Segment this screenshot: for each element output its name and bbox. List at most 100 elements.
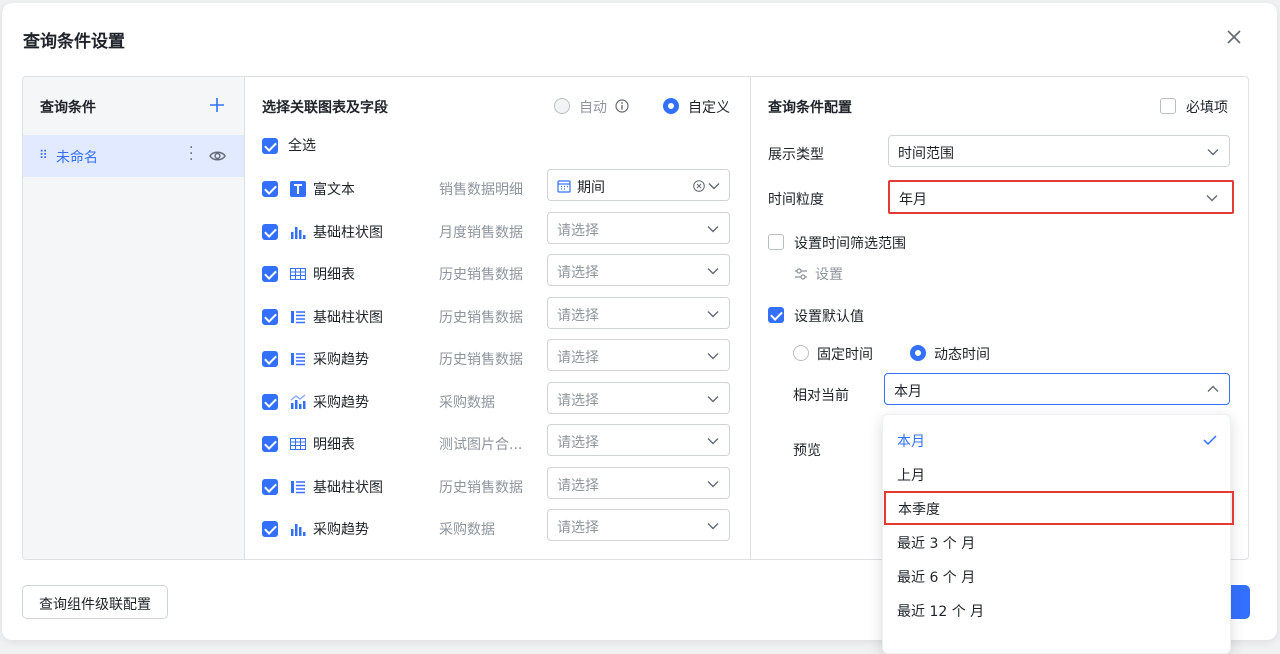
query-conditions-header: 查询条件 xyxy=(40,100,96,116)
calendar-icon xyxy=(557,180,571,193)
preview-label: 预览 xyxy=(793,443,821,459)
select-all-checkbox[interactable] xyxy=(262,138,278,154)
chevron-down-icon xyxy=(708,183,720,190)
add-condition-icon[interactable] xyxy=(209,97,225,113)
chevron-down-icon xyxy=(707,268,719,275)
clear-icon[interactable] xyxy=(693,180,705,192)
dataset-name: 测试图片合... xyxy=(439,437,523,453)
chevron-down-icon xyxy=(707,480,719,487)
chart-name: 基础柱状图 xyxy=(313,224,383,241)
chart-row: 采购趋势 采购数据 请选择 xyxy=(245,509,750,551)
field-select[interactable]: 请选择 xyxy=(547,339,730,371)
chart-row-checkbox[interactable] xyxy=(262,351,278,367)
eye-icon[interactable] xyxy=(209,149,226,163)
chevron-down-icon xyxy=(707,438,719,445)
chart-row-checkbox[interactable] xyxy=(262,266,278,282)
dropdown-option-label: 最近 3 个 月 xyxy=(897,536,976,552)
check-icon xyxy=(1203,435,1217,445)
chart-row-checkbox[interactable] xyxy=(262,223,278,240)
dataset-name: 历史销售数据 xyxy=(439,267,523,283)
field-select[interactable]: 请选择 xyxy=(547,381,730,414)
chart-name: 采购趋势 xyxy=(313,394,369,411)
condition-item-label: 未命名 xyxy=(56,150,98,166)
granularity-value: 年月 xyxy=(899,192,927,208)
dropdown-option[interactable]: 本月 xyxy=(883,423,1230,457)
field-placeholder: 请选择 xyxy=(557,435,599,451)
chart-row-checkbox[interactable] xyxy=(262,521,278,537)
fixed-time-radio[interactable] xyxy=(793,345,809,361)
chart-row: 基础柱状图 月度销售数据 请选择 xyxy=(245,211,750,254)
chart-row-checkbox[interactable] xyxy=(262,393,278,410)
chart-row-checkbox[interactable] xyxy=(262,181,278,197)
filter-range-checkbox[interactable] xyxy=(768,234,784,250)
cascade-config-button[interactable]: 查询组件级联配置 xyxy=(22,585,168,619)
mode-custom-radio[interactable] xyxy=(663,98,679,114)
field-select[interactable]: 请选择 xyxy=(547,296,730,329)
filter-range-label: 设置时间筛选范围 xyxy=(794,236,906,252)
chevron-down-icon xyxy=(707,353,719,360)
related-charts-pane: 选择关联图表及字段 自动 自定义 全选 富文本 销售数据明细 期间 基础柱状图 月度销售… xyxy=(245,77,751,559)
dynamic-time-label: 动态时间 xyxy=(934,347,990,363)
default-value-label: 设置默认值 xyxy=(794,309,864,325)
chevron-down-icon xyxy=(707,310,719,317)
chevron-down-icon xyxy=(707,225,719,232)
dropdown-option-label: 本月 xyxy=(897,434,925,450)
mode-auto-label: 自动 xyxy=(579,100,607,116)
fixed-time-label: 固定时间 xyxy=(817,347,873,363)
mode-auto-radio[interactable] xyxy=(554,98,570,114)
default-value-checkbox[interactable] xyxy=(768,307,784,323)
select-all-label: 全选 xyxy=(288,138,316,154)
more-icon[interactable]: · · · xyxy=(189,141,193,167)
chart-row-checkbox[interactable] xyxy=(262,478,278,495)
dataset-name: 采购数据 xyxy=(439,522,495,538)
query-conditions-pane: 查询条件 ⠿ 未命名 · · · xyxy=(23,77,245,559)
settings-link[interactable]: 设置 xyxy=(815,264,843,284)
dataset-name: 采购数据 xyxy=(439,394,495,411)
drag-handle-icon[interactable]: ⠿ xyxy=(39,148,48,162)
dropdown-option[interactable]: 本季度 xyxy=(884,491,1234,525)
dropdown-option[interactable]: 上月 xyxy=(883,457,1230,491)
display-type-label: 展示类型 xyxy=(768,147,824,163)
field-select[interactable]: 期间 xyxy=(547,169,730,201)
condition-item-unnamed[interactable]: ⠿ 未命名 · · · xyxy=(23,135,244,177)
dataset-name: 销售数据明细 xyxy=(439,182,523,198)
dataset-name: 历史销售数据 xyxy=(439,309,523,326)
chart-row: 基础柱状图 历史销售数据 请选择 xyxy=(245,296,750,339)
text-icon xyxy=(290,181,306,197)
display-type-select[interactable]: 时间范围 xyxy=(888,135,1230,167)
required-checkbox[interactable] xyxy=(1160,98,1176,114)
field-select[interactable]: 请选择 xyxy=(547,254,730,286)
relative-time-dropdown: 本月上月本季度最近 3 个 月最近 6 个 月最近 12 个 月 xyxy=(882,414,1234,654)
chart-row: 富文本 销售数据明细 期间 xyxy=(245,169,750,211)
dropdown-option-label: 上月 xyxy=(897,468,925,484)
field-placeholder: 请选择 xyxy=(557,350,599,366)
granularity-select[interactable]: 年月 xyxy=(888,180,1234,214)
dropdown-option[interactable]: 最近 6 个 月 xyxy=(883,559,1230,593)
relative-time-value: 本月 xyxy=(894,384,922,400)
mode-custom-label: 自定义 xyxy=(688,100,730,116)
dropdown-option-label: 最近 12 个 月 xyxy=(897,604,985,620)
field-select[interactable]: 请选择 xyxy=(547,424,730,456)
dynamic-time-radio[interactable] xyxy=(910,345,926,361)
field-select[interactable]: 请选择 xyxy=(547,466,730,499)
field-placeholder: 请选择 xyxy=(557,392,599,409)
combo-chart-icon xyxy=(290,393,306,410)
chart-row-checkbox[interactable] xyxy=(262,308,278,325)
field-placeholder: 请选择 xyxy=(557,477,599,494)
dataset-name: 历史销售数据 xyxy=(439,352,523,368)
chart-row-checkbox[interactable] xyxy=(262,436,278,452)
close-icon[interactable] xyxy=(1224,27,1244,47)
field-value: 期间 xyxy=(577,180,605,196)
dropdown-option-label: 最近 6 个 月 xyxy=(897,570,976,586)
info-icon[interactable] xyxy=(615,99,629,113)
relative-time-select[interactable]: 本月 xyxy=(884,373,1230,405)
chart-row: 明细表 历史销售数据 请选择 xyxy=(245,254,750,296)
field-placeholder: 请选择 xyxy=(557,265,599,281)
chevron-down-icon xyxy=(1206,195,1218,202)
chart-name: 明细表 xyxy=(313,267,355,283)
field-select[interactable]: 请选择 xyxy=(547,211,730,244)
field-select[interactable]: 请选择 xyxy=(547,509,730,541)
dropdown-option[interactable]: 最近 12 个 月 xyxy=(883,593,1230,627)
field-placeholder: 请选择 xyxy=(557,222,599,239)
dropdown-option[interactable]: 最近 3 个 月 xyxy=(883,525,1230,559)
